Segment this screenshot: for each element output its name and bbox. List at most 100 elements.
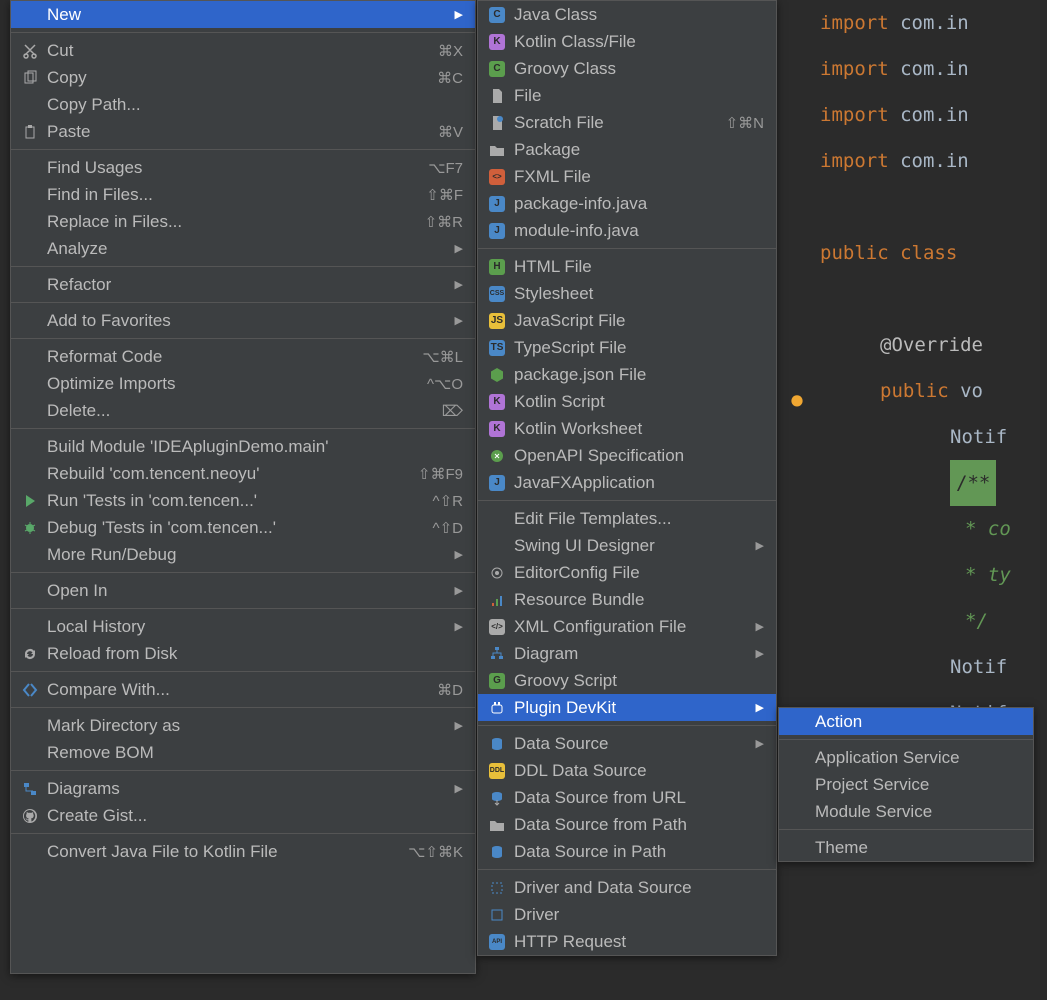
new-menu-item[interactable]: GGroovy Script (478, 667, 776, 694)
context-menu-item[interactable]: Debug 'Tests in 'com.tencen...'^⇧D (11, 514, 475, 541)
new-menu-item[interactable]: Edit File Templates... (478, 505, 776, 532)
new-menu-item[interactable]: Resource Bundle (478, 586, 776, 613)
context-menu-item[interactable]: Replace in Files...⇧⌘R (11, 208, 475, 235)
devkit-menu-item[interactable]: Project Service (779, 771, 1033, 798)
fxml-icon: <> (486, 167, 508, 187)
context-menu-item[interactable]: Remove BOM (11, 739, 475, 766)
dspath-icon (486, 815, 508, 835)
new-menu-item[interactable]: CGroovy Class (478, 55, 776, 82)
context-menu-item[interactable]: Mark Directory as▶ (11, 712, 475, 739)
context-menu-item[interactable]: Copy⌘C (11, 64, 475, 91)
new-menu-item[interactable]: Data Source▶ (478, 730, 776, 757)
menu-item-label: Paste (47, 122, 418, 142)
editor-line: public class (820, 242, 957, 264)
new-menu-item[interactable]: Data Source from Path (478, 811, 776, 838)
new-menu-item[interactable]: Swing UI Designer▶ (478, 532, 776, 559)
blank-icon (19, 581, 41, 601)
context-menu-item[interactable]: Rebuild 'com.tencent.neoyu'⇧⌘F9 (11, 460, 475, 487)
new-menu-item[interactable]: JJavaFXApplication (478, 469, 776, 496)
new-menu-item[interactable]: <>FXML File (478, 163, 776, 190)
blank-icon (19, 311, 41, 331)
devkit-menu-item[interactable]: Application Service (779, 744, 1033, 771)
context-menu-item[interactable]: Convert Java File to Kotlin File⌥⇧⌘K (11, 838, 475, 865)
blank-icon (19, 347, 41, 367)
new-menu-item[interactable]: Data Source from URL (478, 784, 776, 811)
new-menu-item[interactable]: KKotlin Worksheet (478, 415, 776, 442)
plugin-devkit-submenu: Action Application Service Project Service… (778, 707, 1034, 862)
submenu-arrow-icon: ▶ (756, 620, 764, 633)
blank-icon (486, 509, 508, 529)
menu-item-label: Scratch File (514, 113, 706, 133)
bulb-icon[interactable] (788, 382, 806, 400)
submenu-arrow-icon: ▶ (756, 701, 764, 714)
js-icon: JS (486, 311, 508, 331)
new-menu-item[interactable]: CSSStylesheet (478, 280, 776, 307)
editor-line: Notif (950, 656, 1007, 678)
menu-shortcut: ⌦ (442, 402, 463, 420)
context-menu-item[interactable]: More Run/Debug▶ (11, 541, 475, 568)
new-menu-item[interactable]: HHTML File (478, 253, 776, 280)
menu-separator (11, 833, 475, 834)
new-menu-item[interactable]: Diagram▶ (478, 640, 776, 667)
context-menu-item[interactable]: Paste⌘V (11, 118, 475, 145)
context-menu-item[interactable]: Local History▶ (11, 613, 475, 640)
scratch-icon (486, 113, 508, 133)
ds-icon (486, 734, 508, 754)
context-menu-item[interactable]: Optimize Imports^⌥O (11, 370, 475, 397)
new-menu-item[interactable]: TSTypeScript File (478, 334, 776, 361)
context-menu-item[interactable]: Run 'Tests in 'com.tencen...'^⇧R (11, 487, 475, 514)
context-menu-item[interactable]: Open In▶ (11, 577, 475, 604)
menu-item-label: Refactor (47, 275, 455, 295)
new-menu-item[interactable]: KKotlin Class/File (478, 28, 776, 55)
blank-icon (19, 743, 41, 763)
context-menu-item[interactable]: New▶ (11, 1, 475, 28)
new-menu-item[interactable]: package.json File (478, 361, 776, 388)
new-menu-item[interactable]: DDLDDL Data Source (478, 757, 776, 784)
new-menu-item[interactable]: Driver (478, 901, 776, 928)
new-menu-item[interactable]: Scratch File⇧⌘N (478, 109, 776, 136)
editor-line: import com.in (820, 12, 969, 34)
blank-icon (19, 716, 41, 736)
context-menu-item[interactable]: Cut⌘X (11, 37, 475, 64)
new-menu-item[interactable]: Jmodule-info.java (478, 217, 776, 244)
menu-item-label: JavaFXApplication (514, 473, 764, 493)
devkit-menu-item[interactable]: Action (779, 708, 1033, 735)
context-menu-item[interactable]: Analyze▶ (11, 235, 475, 262)
new-menu-item[interactable]: APIHTTP Request (478, 928, 776, 955)
context-menu-item[interactable]: Copy Path... (11, 91, 475, 118)
menu-item-label: XML Configuration File (514, 617, 756, 637)
new-menu-item[interactable]: KKotlin Script (478, 388, 776, 415)
context-menu-item[interactable]: Build Module 'IDEApluginDemo.main' (11, 433, 475, 460)
menu-separator (11, 707, 475, 708)
cut-icon (19, 41, 41, 61)
menu-item-label: Project Service (815, 775, 1021, 795)
new-menu-item[interactable]: Package (478, 136, 776, 163)
context-menu-item[interactable]: Create Gist... (11, 802, 475, 829)
menu-item-label: Find in Files... (47, 185, 406, 205)
menu-item-label: Build Module 'IDEApluginDemo.main' (47, 437, 463, 457)
context-menu-item[interactable]: Delete...⌦ (11, 397, 475, 424)
new-menu-item[interactable]: </>XML Configuration File▶ (478, 613, 776, 640)
menu-item-label: Application Service (815, 748, 1021, 768)
menu-item-label: EditorConfig File (514, 563, 764, 583)
context-menu-item[interactable]: Find in Files...⇧⌘F (11, 181, 475, 208)
menu-item-label: File (514, 86, 764, 106)
context-menu-item[interactable]: Reload from Disk (11, 640, 475, 667)
context-menu-item[interactable]: Compare With...⌘D (11, 676, 475, 703)
new-menu-item[interactable]: Plugin DevKit▶ (478, 694, 776, 721)
new-menu-item[interactable]: Jpackage-info.java (478, 190, 776, 217)
devkit-menu-item[interactable]: Module Service (779, 798, 1033, 825)
context-menu-item[interactable]: Diagrams▶ (11, 775, 475, 802)
new-menu-item[interactable]: File (478, 82, 776, 109)
devkit-menu-item[interactable]: Theme (779, 834, 1033, 861)
context-menu-item[interactable]: Refactor▶ (11, 271, 475, 298)
new-menu-item[interactable]: CJava Class (478, 1, 776, 28)
context-menu-item[interactable]: Find Usages⌥F7 (11, 154, 475, 181)
new-menu-item[interactable]: Data Source in Path (478, 838, 776, 865)
context-menu-item[interactable]: Add to Favorites▶ (11, 307, 475, 334)
context-menu-item[interactable]: Reformat Code⌥⌘L (11, 343, 475, 370)
new-menu-item[interactable]: Driver and Data Source (478, 874, 776, 901)
new-menu-item[interactable]: JSJavaScript File (478, 307, 776, 334)
new-menu-item[interactable]: EditorConfig File (478, 559, 776, 586)
new-menu-item[interactable]: OpenAPI Specification (478, 442, 776, 469)
